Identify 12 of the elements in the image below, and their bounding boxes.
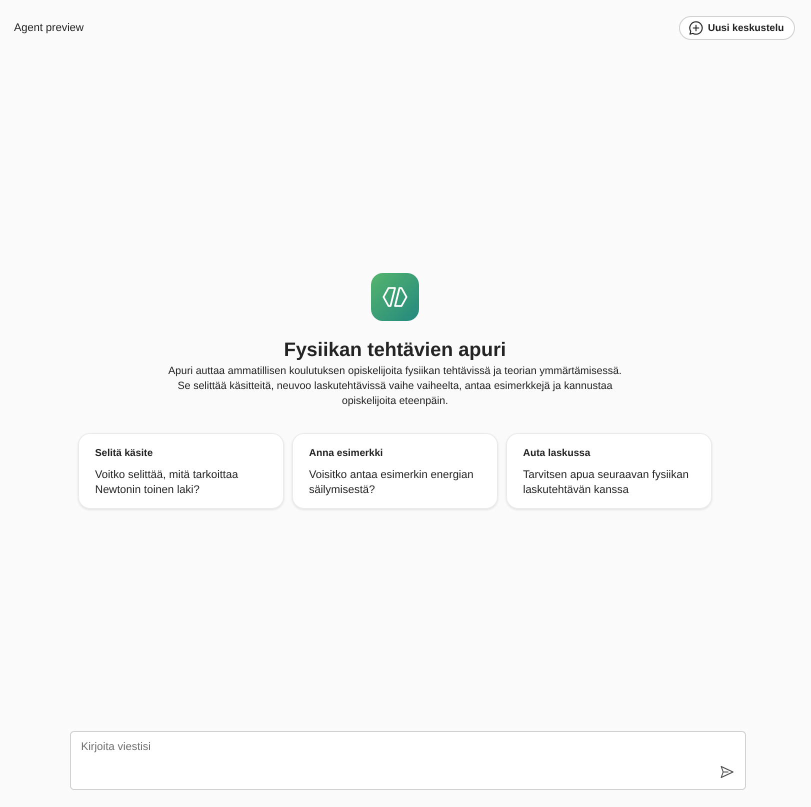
agent-name: Fysiikan tehtävien apuri	[284, 338, 506, 362]
send-button[interactable]	[718, 763, 736, 781]
preview-title: Agent preview	[14, 22, 84, 34]
agent-description: Apuri auttaa ammatillisen koulutuksen opiskelijoita fysiikan tehtävissä ja teorian ymmärtämisessä. Se selittää käsitteitä, neuvoo laskutehtävissä vaihe vaiheelta, antaa esimerkkejä ja kannustaa opiskelijoita eteenpäin.	[167, 364, 623, 408]
suggestion-card[interactable]: Anna esimerkki Voisitko antaa esimerkin energian säilymisestä?	[292, 432, 498, 508]
agent-logo-icon	[371, 272, 419, 320]
chat-add-icon	[688, 21, 703, 35]
new-chat-button[interactable]: Uusi keskustelu	[678, 16, 795, 40]
send-icon	[720, 765, 734, 779]
suggestion-card[interactable]: Auta laskussa Tarvitsen apua seuraavan fysiikan laskutehtävän kanssa	[506, 432, 712, 508]
message-input-field[interactable]: Kirjoita viestisi	[70, 731, 746, 790]
suggestion-card[interactable]: Selitä käsite Voitko selittää, mitä tarkoittaa Newtonin toinen laki?	[78, 432, 284, 508]
